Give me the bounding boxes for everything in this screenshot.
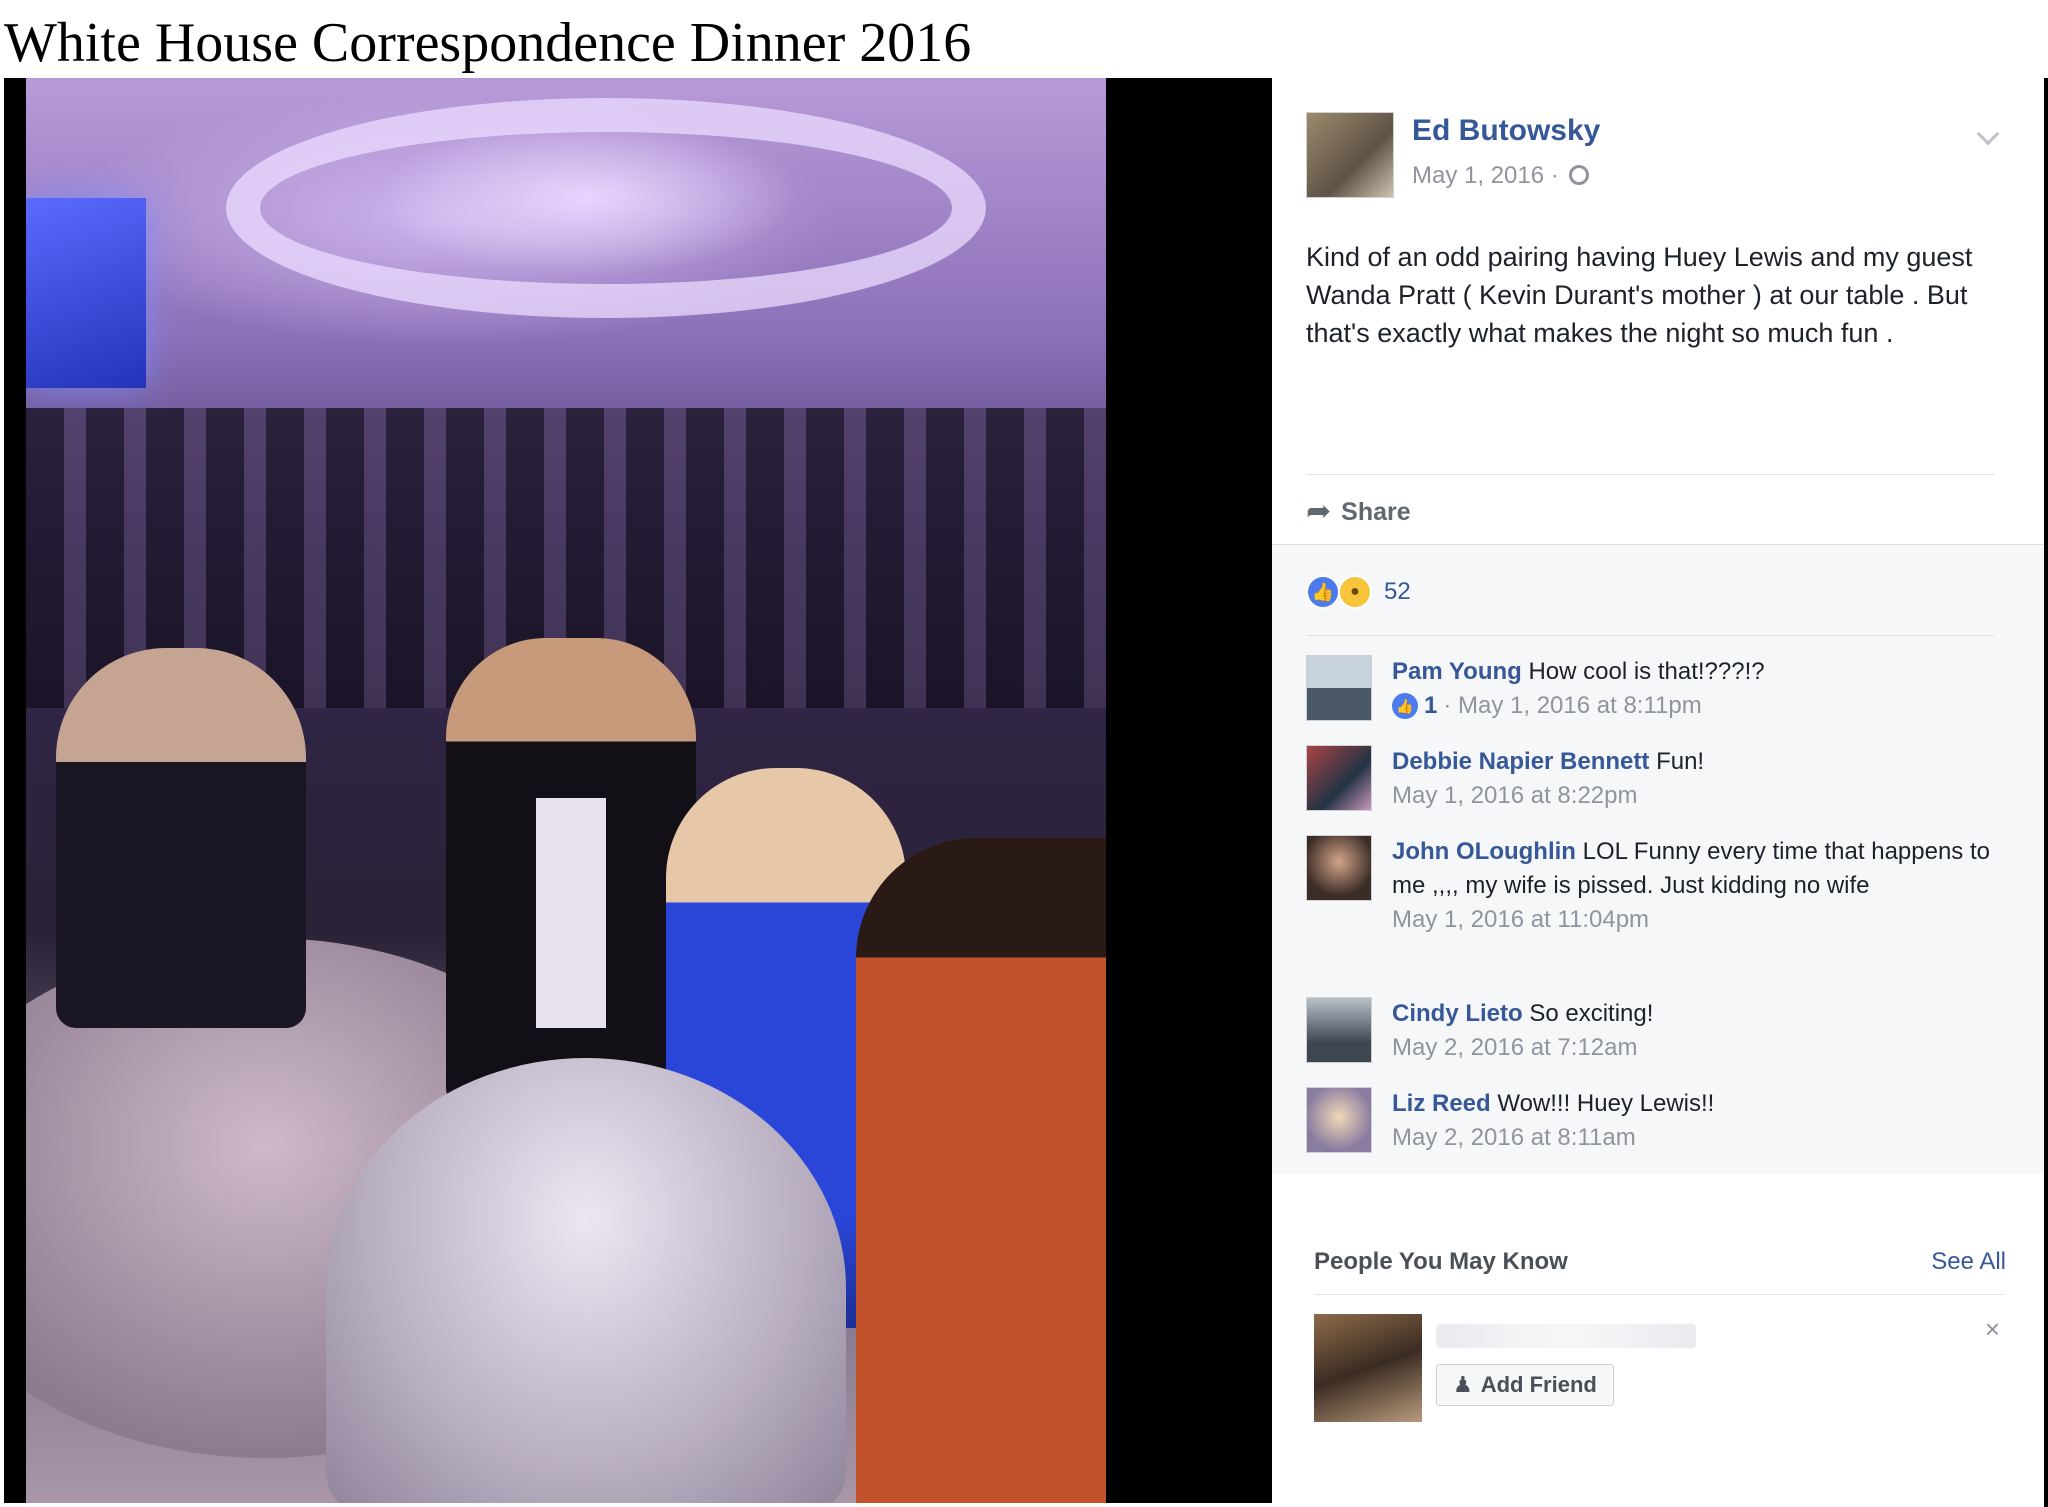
- comment-timestamp[interactable]: May 1, 2016 at 11:04pm: [1392, 903, 1649, 937]
- comment-avatar[interactable]: [1306, 655, 1372, 721]
- post-author[interactable]: Ed Butowsky: [1412, 114, 1600, 148]
- comment-timestamp[interactable]: May 2, 2016 at 7:12am: [1392, 1031, 1637, 1065]
- divider: [1306, 474, 1994, 475]
- comment-author[interactable]: Liz Reed: [1392, 1090, 1491, 1117]
- ceiling-light-ring: [226, 98, 986, 318]
- comments-section: 👍 ● 52 Pam Young How cool is that!???!? …: [1272, 544, 2044, 1174]
- comment-text: So exciting!: [1529, 1000, 1654, 1027]
- comment-text: How cool is that!???!?: [1528, 658, 1765, 685]
- reactions-summary[interactable]: 👍 ● 52: [1306, 575, 1411, 609]
- comment-like-count[interactable]: 1: [1424, 689, 1437, 723]
- like-icon: 👍: [1306, 575, 1340, 609]
- document-title: White House Correspondence Dinner 2016: [4, 12, 972, 74]
- add-friend-label: Add Friend: [1480, 1372, 1597, 1397]
- like-icon: 👍: [1392, 693, 1418, 719]
- guest-orange-dress: [856, 838, 1106, 1503]
- comment-timestamp[interactable]: · May 1, 2016 at 8:11pm: [1443, 689, 1701, 723]
- chevron-down-icon[interactable]: [1976, 122, 2000, 146]
- people-you-may-know: People You May Know See All ♟ Add Friend…: [1306, 1248, 2006, 1448]
- author-avatar[interactable]: [1306, 112, 1394, 198]
- comment-author[interactable]: Cindy Lieto: [1392, 1000, 1523, 1027]
- wow-icon: ●: [1338, 575, 1372, 609]
- share-button[interactable]: ➦ Share: [1306, 492, 1411, 532]
- comment-author[interactable]: Debbie Napier Bennett: [1392, 748, 1649, 775]
- see-all-link[interactable]: See All: [1931, 1248, 2006, 1276]
- comment-text: Fun!: [1656, 748, 1705, 775]
- post-photo[interactable]: [26, 78, 1106, 1503]
- guest-foreground: [326, 1058, 846, 1503]
- event-screen: [26, 198, 146, 388]
- divider: [1314, 1294, 2004, 1295]
- comment-author[interactable]: John OLoughlin: [1392, 838, 1576, 865]
- comment-avatar[interactable]: [1306, 997, 1372, 1063]
- share-arrow-icon: ➦: [1306, 495, 1332, 528]
- suggested-friend-name-redacted: [1436, 1324, 1696, 1348]
- post-date[interactable]: May 1, 2016 ·: [1412, 162, 1559, 189]
- add-friend-button[interactable]: ♟ Add Friend: [1436, 1364, 1614, 1406]
- comment-text: Wow!!! Huey Lewis!!: [1497, 1090, 1715, 1117]
- add-friend-icon: ♟: [1453, 1372, 1473, 1397]
- post-meta: May 1, 2016 ·: [1412, 162, 1590, 190]
- panel-edge: [2044, 78, 2048, 1507]
- comment-avatar[interactable]: [1306, 835, 1372, 901]
- guest-left: [56, 648, 306, 1028]
- comment-avatar[interactable]: [1306, 745, 1372, 811]
- photo-frame: [4, 78, 1272, 1503]
- divider: [1306, 635, 1994, 636]
- reaction-count: 52: [1384, 578, 1411, 605]
- pymk-title: People You May Know: [1314, 1248, 1568, 1275]
- comment-timestamp[interactable]: May 2, 2016 at 8:11am: [1392, 1121, 1636, 1155]
- share-label: Share: [1341, 497, 1411, 526]
- suggested-friend-photo[interactable]: [1314, 1314, 1422, 1422]
- comment-avatar[interactable]: [1306, 1087, 1372, 1153]
- comment-timestamp[interactable]: May 1, 2016 at 8:22pm: [1392, 779, 1637, 813]
- facebook-post-panel: Ed Butowsky May 1, 2016 · Kind of an odd…: [1272, 78, 2048, 1507]
- globe-icon: [1569, 165, 1590, 185]
- close-icon[interactable]: ×: [1985, 1314, 2000, 1345]
- guest-shirt: [536, 798, 606, 1028]
- comment-author[interactable]: Pam Young: [1392, 658, 1522, 685]
- post-text: Kind of an odd pairing having Huey Lewis…: [1306, 242, 1973, 348]
